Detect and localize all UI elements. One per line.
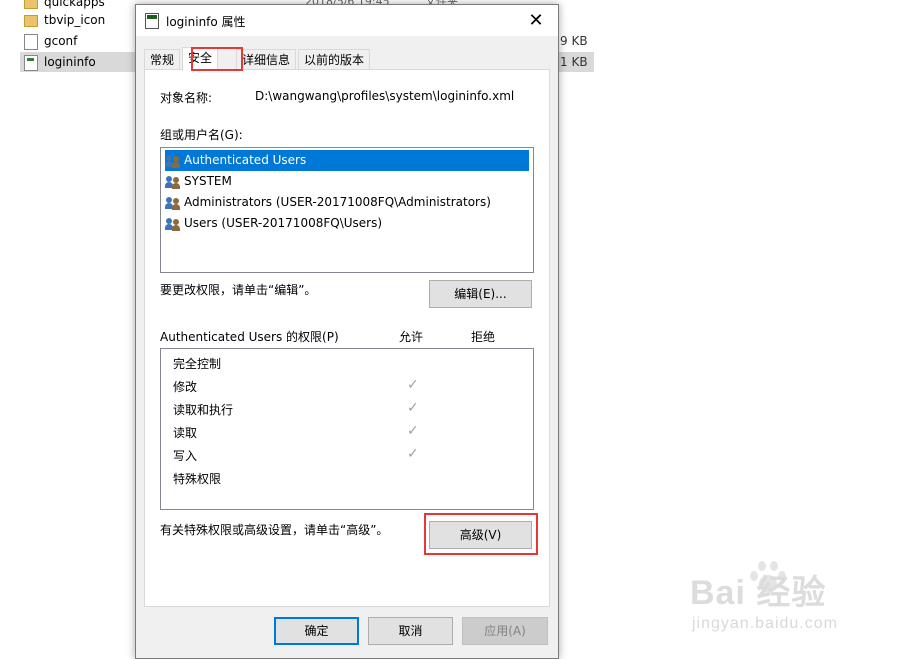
apply-button: 应用(A) xyxy=(462,617,548,645)
tab-general[interactable]: 常规 xyxy=(144,49,181,70)
check-icon: ✓ xyxy=(407,377,419,393)
folder-icon xyxy=(24,0,38,9)
permissions-header: Authenticated Users 的权限(P) xyxy=(160,330,339,344)
title-bar[interactable]: logininfo 属性 ✕ xyxy=(136,5,558,36)
permission-row: 修改 xyxy=(173,380,198,394)
permission-row: 写入 xyxy=(173,449,198,463)
user-name: Authenticated Users xyxy=(184,153,307,167)
user-name: Administrators (USER-20171008FQ\Administ… xyxy=(184,195,491,209)
check-icon: ✓ xyxy=(407,400,419,416)
file-icon xyxy=(145,13,159,29)
user-item-authenticated[interactable]: Authenticated Users xyxy=(165,150,529,171)
tab-previous-versions[interactable]: 以前的版本 xyxy=(298,49,371,70)
file-icon xyxy=(24,55,38,71)
permission-row: 完全控制 xyxy=(173,357,222,371)
check-icon: ✓ xyxy=(407,423,419,439)
deny-header: 拒绝 xyxy=(471,330,496,344)
permission-row: 读取 xyxy=(173,426,198,440)
dialog-title: logininfo 属性 xyxy=(166,15,246,29)
users-icon xyxy=(165,154,181,168)
user-item-system[interactable]: SYSTEM xyxy=(165,171,529,192)
users-icon xyxy=(165,196,181,210)
watermark-url: jingyan.baidu.com xyxy=(692,615,838,632)
ok-button[interactable]: 确定 xyxy=(274,617,359,645)
user-list[interactable]: Authenticated Users SYSTEM Administrator… xyxy=(160,147,534,273)
file-name: gconf xyxy=(44,34,78,48)
watermark-logo: Bai 经验 xyxy=(690,574,827,612)
file-name: tbvip_icon xyxy=(44,13,106,27)
object-name-label: 对象名称: xyxy=(160,91,213,105)
close-button[interactable]: ✕ xyxy=(514,5,558,36)
user-name: SYSTEM xyxy=(184,174,232,188)
advanced-highlight-box xyxy=(424,513,538,555)
users-icon xyxy=(165,217,181,231)
object-name-value: D:\wangwang\profiles\system\logininfo.xm… xyxy=(255,89,515,103)
group-label: 组或用户名(G): xyxy=(160,128,243,142)
permission-row: 读取和执行 xyxy=(173,403,234,417)
cancel-button[interactable]: 取消 xyxy=(368,617,453,645)
users-icon xyxy=(165,175,181,189)
permissions-list: 完全控制 修改 读取和执行 读取 写入 特殊权限 ✓ ✓ ✓ ✓ xyxy=(160,348,534,510)
tab-highlight-box xyxy=(191,47,243,71)
file-icon xyxy=(24,34,38,50)
user-name: Users (USER-20171008FQ\Users) xyxy=(184,216,383,230)
allow-header: 允许 xyxy=(399,330,424,344)
edit-hint: 要更改权限，请单击“编辑”。 xyxy=(160,283,317,297)
folder-icon xyxy=(24,15,38,27)
permission-row: 特殊权限 xyxy=(173,472,222,486)
edit-button[interactable]: 编辑(E)... xyxy=(429,280,532,308)
properties-dialog: logininfo 属性 ✕ 常规 安全 详细信息 以前的版本 对象名称: D:… xyxy=(135,4,559,659)
file-size: 9 KB xyxy=(560,34,588,48)
advanced-hint: 有关特殊权限或高级设置，请单击“高级”。 xyxy=(160,523,389,537)
baidu-watermark: Bai 经验 jingyan.baidu.com xyxy=(690,561,890,645)
tab-details[interactable]: 详细信息 xyxy=(236,49,297,70)
check-icon: ✓ xyxy=(407,446,419,462)
user-item-administrators[interactable]: Administrators (USER-20171008FQ\Administ… xyxy=(165,192,529,213)
user-item-users[interactable]: Users (USER-20171008FQ\Users) xyxy=(165,213,529,234)
file-size: 1 KB xyxy=(560,55,588,69)
file-name: logininfo xyxy=(44,55,96,69)
